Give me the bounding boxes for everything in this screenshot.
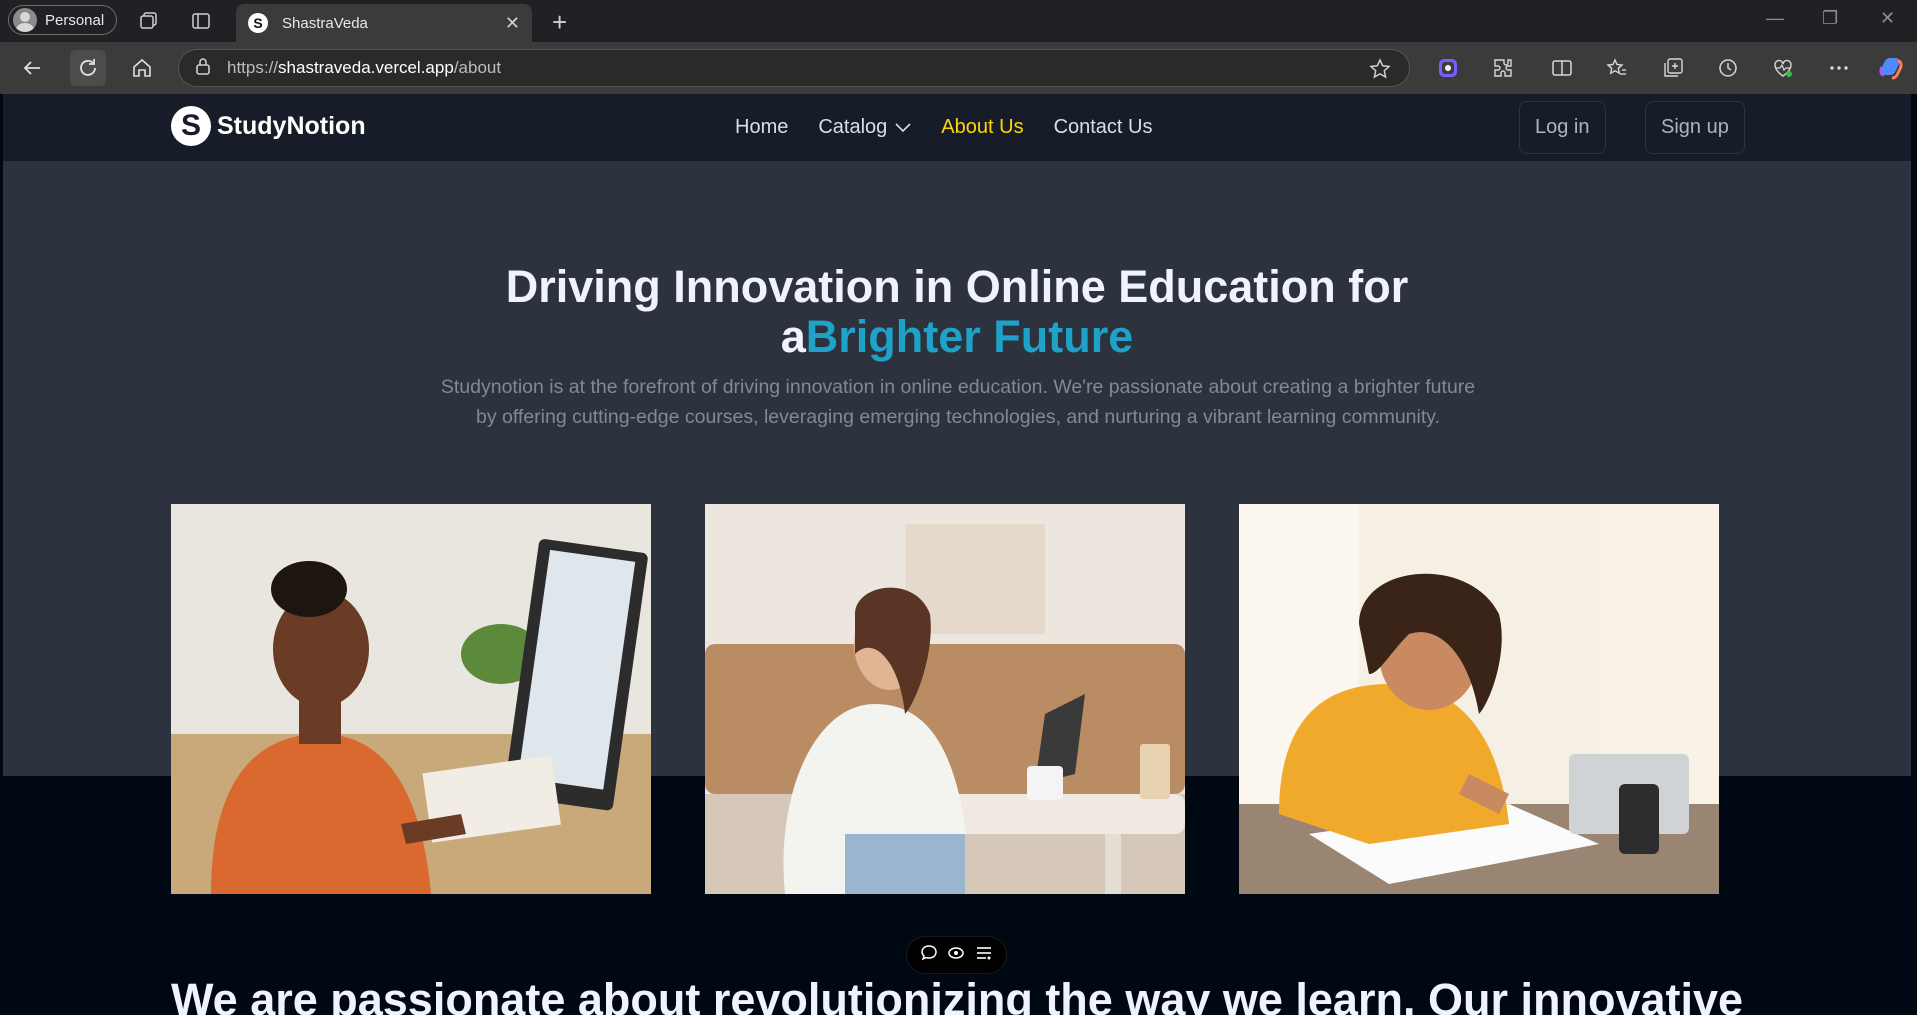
chevron-down-icon xyxy=(895,122,911,132)
close-window-icon[interactable]: ✕ xyxy=(1880,8,1895,29)
nav-catalog-label: Catalog xyxy=(818,116,888,138)
split-screen-icon[interactable] xyxy=(1549,55,1575,81)
view-icon[interactable] xyxy=(947,944,965,967)
profile-label: Personal xyxy=(45,11,105,29)
tab-title: ShastraVeda xyxy=(282,14,368,32)
main-menu: Home Catalog About Us Contact Us xyxy=(735,116,1153,139)
extensions-icon[interactable] xyxy=(1490,55,1516,81)
refresh-icon[interactable] xyxy=(70,50,106,86)
about-image-2 xyxy=(705,504,1185,894)
hero-heading: Driving Innovation in Online Education f… xyxy=(505,261,1409,362)
logo-text: StudyNotion xyxy=(217,111,366,140)
page-content: S StudyNotion Home Catalog About Us Cont… xyxy=(3,94,1911,1015)
minimize-icon[interactable]: — xyxy=(1766,8,1784,29)
login-button[interactable]: Log in xyxy=(1519,101,1606,154)
profile-button[interactable]: Personal xyxy=(8,5,118,35)
restore-icon[interactable]: ❐ xyxy=(1822,8,1838,29)
back-icon[interactable] xyxy=(14,50,50,86)
nav-about-link[interactable]: About Us xyxy=(941,116,1023,139)
about-image-1 xyxy=(171,504,651,894)
hero-description: Studynotion is at the forefront of drivi… xyxy=(440,376,1476,428)
more-menu-icon[interactable] xyxy=(1826,55,1852,81)
hero-heading-highlight: Brighter Future xyxy=(805,311,1134,362)
history-icon[interactable] xyxy=(1715,55,1741,81)
logo-icon: S xyxy=(171,106,211,146)
favorites-icon[interactable] xyxy=(1604,55,1630,81)
favorite-star-icon[interactable] xyxy=(1369,58,1391,85)
copilot-icon[interactable] xyxy=(1878,55,1904,81)
about-image-3 xyxy=(1239,504,1719,894)
mission-statement: We are passionate about revolutionizing … xyxy=(171,974,1744,1015)
home-icon[interactable] xyxy=(124,50,160,86)
browser-tab-bar: Personal S ShastraVeda ✕ + — ❐ ✕ xyxy=(0,0,1917,42)
comment-icon[interactable] xyxy=(920,944,938,967)
new-tab-icon[interactable]: + xyxy=(552,7,567,38)
tab-actions-icon[interactable] xyxy=(190,10,212,32)
floating-toolbar xyxy=(906,936,1007,974)
avatar xyxy=(13,8,37,32)
nav-home-link[interactable]: Home xyxy=(735,116,788,139)
performance-icon[interactable] xyxy=(1770,55,1796,81)
browser-toolbar: https://shastraveda.vercel.app/about xyxy=(0,42,1917,94)
close-tab-icon[interactable]: ✕ xyxy=(505,13,520,34)
workspaces-icon[interactable] xyxy=(138,10,160,32)
url-text: https://shastraveda.vercel.app/about xyxy=(227,58,502,77)
tab-shastraveda[interactable]: S ShastraVeda ✕ xyxy=(236,4,532,42)
nav-contact-link[interactable]: Contact Us xyxy=(1054,116,1153,139)
color-extension-icon[interactable] xyxy=(1435,55,1461,81)
nav-catalog-dropdown[interactable]: Catalog xyxy=(818,116,911,139)
site-logo[interactable]: S StudyNotion xyxy=(171,106,366,146)
signup-button[interactable]: Sign up xyxy=(1645,101,1745,154)
lock-icon[interactable] xyxy=(195,57,211,80)
site-navbar: S StudyNotion Home Catalog About Us Cont… xyxy=(3,94,1911,162)
collections-icon[interactable] xyxy=(1660,55,1686,81)
list-menu-icon[interactable] xyxy=(975,944,993,967)
tab-favicon-icon: S xyxy=(248,13,268,33)
address-bar[interactable]: https://shastraveda.vercel.app/about xyxy=(178,49,1410,87)
